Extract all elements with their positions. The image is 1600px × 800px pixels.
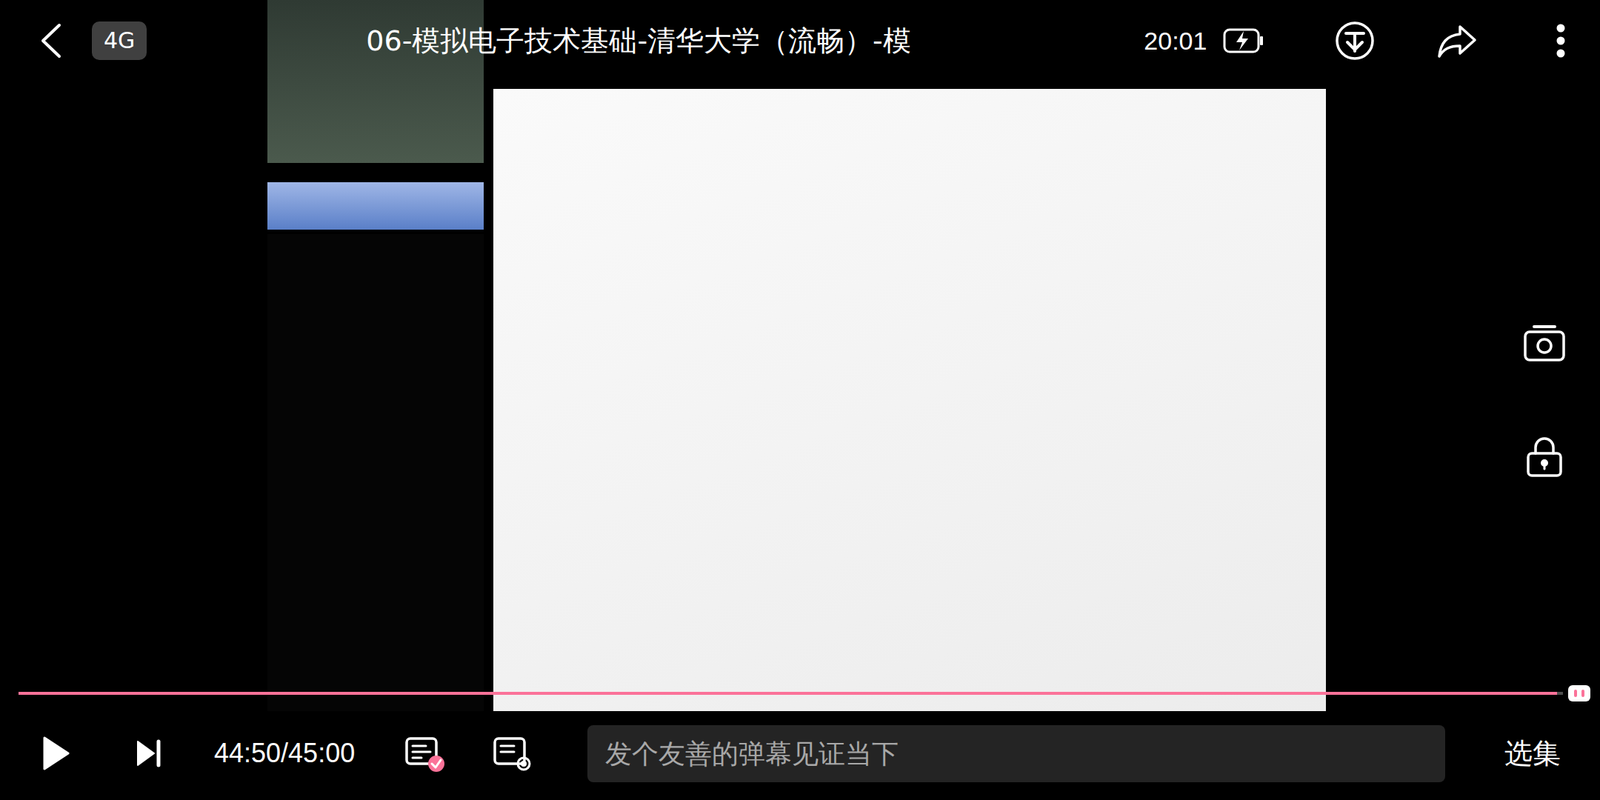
embedded-player-controls	[267, 182, 484, 230]
video-frame[interactable]	[267, 0, 1332, 712]
lecture-index-panel	[267, 234, 484, 712]
battery-icon	[1221, 23, 1266, 58]
play-icon[interactable]	[38, 733, 72, 774]
screenshot-camera-icon[interactable]	[1522, 322, 1567, 365]
lock-icon[interactable]	[1522, 434, 1567, 479]
clock: 20:01	[1143, 26, 1207, 56]
next-icon[interactable]	[134, 738, 162, 769]
progress-fill	[18, 691, 1558, 695]
share-icon[interactable]	[1434, 20, 1480, 61]
network-badge: 4G	[91, 21, 147, 60]
control-row: 44:50/45:00 选集	[0, 706, 1600, 800]
back-icon[interactable]	[35, 20, 69, 61]
danmaku-input[interactable]	[587, 725, 1446, 783]
playback-time: 44:50/45:00	[214, 737, 355, 769]
danmaku-toggle-icon[interactable]	[403, 732, 446, 775]
top-bar: 4G 06-模拟电子技术基础-清华大学（流畅）-模 20:01	[0, 0, 1600, 82]
seek-thumb-icon[interactable]	[1567, 684, 1592, 703]
lecture-slide	[493, 88, 1326, 712]
progress-track[interactable]	[18, 691, 1563, 695]
download-icon[interactable]	[1334, 20, 1376, 62]
episodes-button[interactable]: 选集	[1504, 734, 1561, 773]
video-title: 06-模拟电子技术基础-清华大学（流畅）-模	[365, 22, 1078, 60]
more-icon[interactable]	[1553, 22, 1569, 60]
progress-bar[interactable]	[0, 680, 1600, 707]
bottom-controls: 44:50/45:00 选集	[0, 680, 1600, 800]
danmaku-settings-icon[interactable]	[491, 732, 534, 775]
